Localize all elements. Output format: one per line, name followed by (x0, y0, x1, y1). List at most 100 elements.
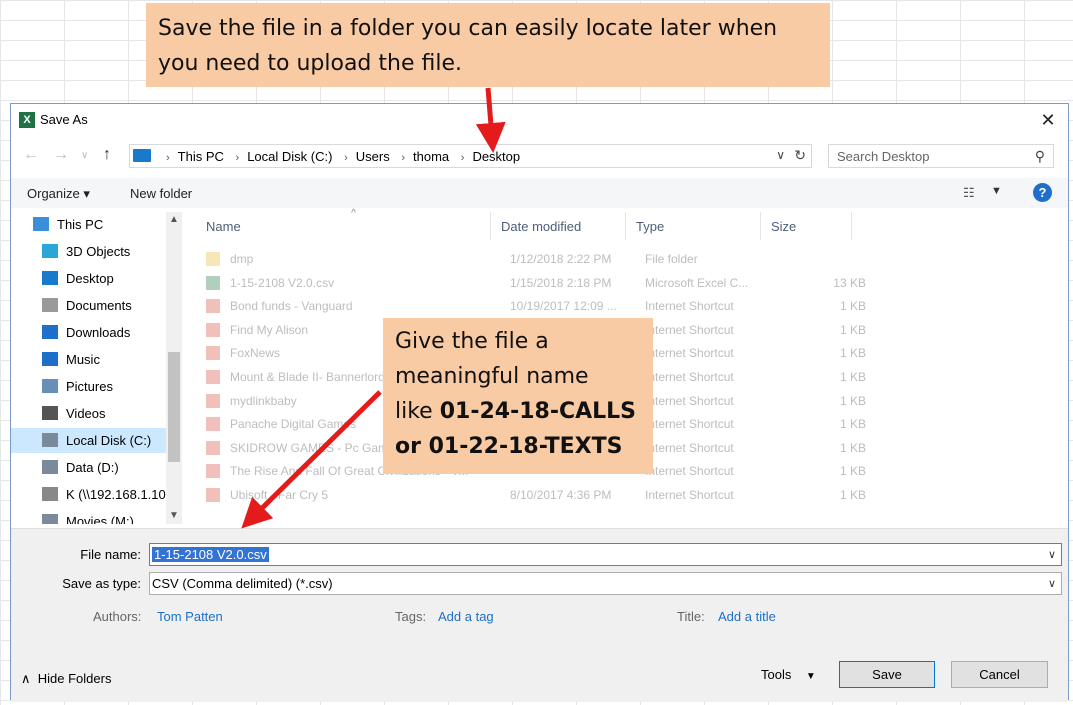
shortcut-icon (206, 440, 220, 455)
title-value[interactable]: Add a title (718, 609, 776, 624)
file-date: 1/15/2018 2:18 PM (510, 275, 612, 290)
callout-file-name: Give the file a meaningful name like 01-… (383, 318, 653, 474)
shortcut-icon (206, 322, 220, 337)
nav-scroll-thumb[interactable] (168, 352, 180, 462)
file-type: Internet Shortcut (645, 346, 734, 361)
view-dropdown-icon[interactable]: ▼ (991, 185, 1002, 197)
command-toolbar: Organize ▾ New folder ☷ ▼ ? (11, 178, 1068, 208)
breadcrumb-desktop[interactable]: Desktop (472, 149, 520, 164)
tags-value[interactable]: Add a tag (438, 609, 494, 624)
up-arrow-icon[interactable]: ↑ (103, 146, 111, 164)
nav-item-label: This PC (57, 217, 104, 232)
sort-ascending-icon: ^ (351, 208, 356, 219)
nav-item-label: Local Disk (C:) (66, 433, 152, 448)
refresh-icon[interactable]: ↻ (794, 147, 806, 164)
nav-item[interactable]: This PC (11, 212, 166, 237)
view-options-icon[interactable]: ☷ (963, 185, 975, 201)
column-date-label: Date modified (501, 219, 582, 234)
file-size: 1 KB (839, 393, 866, 408)
column-header-date[interactable]: Date modified (491, 212, 626, 240)
file-row[interactable]: Bond funds - Vanguard 10/19/2017 12:09 ..… (206, 295, 866, 318)
chevron-right-icon: › (166, 152, 170, 164)
file-type: Internet Shortcut (645, 488, 734, 502)
file-name-value: 1-15-2108 V2.0.csv (152, 547, 269, 562)
search-input[interactable]: Search Desktop ⚲ (828, 144, 1054, 168)
file-row[interactable]: Ubisoft - Far Cry 5 8/10/2017 4:36 PM Inte… (206, 484, 866, 507)
callout-mid-line3-bold: 01-24-18-CALLS (439, 399, 637, 424)
column-header-name[interactable]: Name ^ (196, 208, 491, 240)
file-name-dropdown-icon[interactable]: ∨ (1048, 548, 1056, 561)
nav-item-label: Videos (66, 406, 106, 421)
address-dropdown-icon[interactable]: ∨ (776, 148, 785, 162)
save-button[interactable]: Save (839, 661, 935, 688)
tools-label: Tools (761, 667, 792, 682)
authors-value[interactable]: Tom Patten (157, 609, 223, 624)
nav-item[interactable]: Local Disk (C:) (11, 428, 166, 453)
file-size: 1 KB (839, 370, 866, 384)
close-button[interactable]: ✕ (1036, 108, 1060, 132)
organize-button[interactable]: Organize ▾ (27, 186, 90, 202)
nav-item[interactable]: Music (11, 347, 166, 372)
nav-item[interactable]: Data (D:) (11, 455, 166, 480)
file-type: Internet Shortcut (645, 299, 734, 314)
help-icon[interactable]: ? (1033, 183, 1052, 202)
hide-folders-button[interactable]: ∧ Hide Folders (21, 671, 111, 687)
scroll-up-icon[interactable]: ▲ (169, 214, 179, 225)
nav-item[interactable]: Pictures (11, 374, 166, 399)
column-header-type[interactable]: Type (626, 212, 761, 240)
navigation-bar: ← → ∨ ↑ › This PC › Local Disk (C:) › Users… (11, 142, 1068, 172)
callout-mid-line3: like 01-24-18-CALLS (395, 394, 641, 429)
title-label: Title: (677, 609, 705, 624)
callout-mid-line4: or 01-22-18-TEXTS (395, 429, 641, 464)
address-bar[interactable]: › This PC › Local Disk (C:) › Users › thoma … (129, 144, 812, 168)
save-options-panel: File name: 1-15-2108 V2.0.csv ∨ Save as … (11, 528, 1068, 702)
nav-item-label: Movies (M:) (66, 514, 134, 524)
nav-item-label: K (\\192.168.1.10 (66, 487, 166, 502)
breadcrumb-local-disk[interactable]: Local Disk (C:) (247, 149, 332, 164)
new-folder-button[interactable]: New folder (130, 186, 192, 201)
file-size: 13 KB (833, 275, 866, 290)
file-size: 1 KB (839, 346, 866, 361)
close-icon: ✕ (1040, 110, 1056, 130)
callout-top-line2: you need to upload the file. (158, 51, 462, 76)
file-row[interactable]: 1-15-2108 V2.0.csv 1/15/2018 2:18 PM Micro… (206, 272, 866, 295)
file-date: 1/12/2018 2:22 PM (510, 252, 612, 266)
tools-dropdown-icon: ▼ (805, 671, 816, 682)
breadcrumb-users[interactable]: Users (356, 149, 390, 164)
cancel-button[interactable]: Cancel (951, 661, 1048, 688)
forward-arrow-icon[interactable]: → (53, 146, 69, 164)
column-header-size[interactable]: Size (761, 212, 852, 240)
network-drive-icon (42, 487, 58, 501)
file-type: Internet Shortcut (645, 322, 734, 337)
nav-item[interactable]: Downloads (11, 320, 166, 345)
recent-dropdown-icon[interactable]: ∨ (81, 150, 88, 161)
shortcut-icon (206, 346, 220, 361)
drive-icon (42, 433, 58, 447)
breadcrumb-thoma[interactable]: thoma (413, 149, 449, 164)
save-type-dropdown-icon[interactable]: ∨ (1048, 577, 1056, 590)
file-name-input[interactable]: 1-15-2108 V2.0.csv ∨ (149, 543, 1062, 566)
breadcrumb-this-pc[interactable]: This PC (178, 149, 224, 164)
nav-item[interactable]: Movies (M:) (11, 509, 166, 524)
file-name: 1-15-2108 V2.0.csv (230, 275, 335, 290)
callout-mid-line3-prefix: like (395, 399, 440, 424)
tools-button[interactable]: Tools ▼ (761, 667, 816, 682)
shortcut-icon (206, 370, 220, 384)
nav-item[interactable]: K (\\192.168.1.10 (11, 482, 166, 507)
scroll-down-icon[interactable]: ▼ (169, 510, 179, 521)
file-name: Bond funds - Vanguard (230, 299, 353, 314)
file-type: Internet Shortcut (645, 440, 734, 455)
nav-item[interactable]: 3D Objects (11, 239, 166, 264)
documents-icon (42, 298, 58, 312)
file-name: Ubisoft - Far Cry 5 (230, 488, 329, 502)
downloads-icon (42, 325, 58, 339)
nav-item[interactable]: Desktop (11, 266, 166, 291)
back-arrow-icon[interactable]: ← (23, 146, 39, 164)
file-row[interactable]: dmp 1/12/2018 2:22 PM File folder (206, 248, 856, 271)
nav-item[interactable]: Documents (11, 293, 166, 318)
nav-item[interactable]: Videos (11, 401, 166, 426)
file-type: File folder (645, 252, 698, 266)
save-type-select[interactable]: CSV (Comma delimited) (*.csv) ∨ (149, 572, 1062, 595)
nav-item-label: Music (66, 352, 100, 367)
navigation-pane: Movies (M:) K (\\192.168.1.10 Data (D:) Loc… (11, 212, 183, 524)
